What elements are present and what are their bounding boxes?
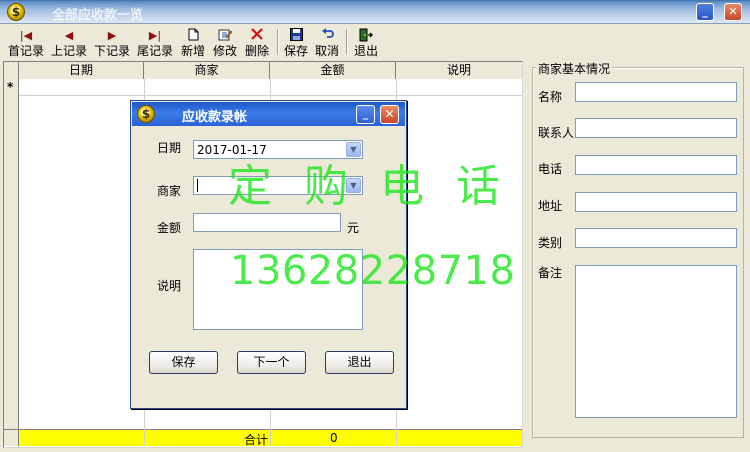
close-button[interactable]: ✕ — [724, 3, 742, 21]
merchant-category-field[interactable] — [575, 228, 737, 248]
grid-corner — [4, 62, 19, 79]
toolbar: |◀ 首记录 ◀ 上记录 ▶ 下记录 ▶| 尾记录 新增 修改 删除 保存 取消… — [0, 25, 750, 60]
dialog-next-button[interactable]: 下一个 — [237, 351, 306, 374]
dialog-exit-button[interactable]: 退出 — [325, 351, 394, 374]
dialog-title-bar[interactable]: $ 应收款录帐 _ ✕ — [132, 102, 405, 126]
next-record-label: 下记录 — [93, 44, 130, 58]
delete-button[interactable]: 删除 — [243, 26, 271, 59]
edit-button[interactable]: 修改 — [211, 26, 239, 59]
dialog-save-button[interactable]: 保存 — [149, 351, 218, 374]
edit-icon — [211, 28, 239, 44]
merchant-contact-label: 联系人 — [538, 126, 575, 140]
cancel-label: 取消 — [314, 44, 339, 58]
amount-field[interactable] — [193, 213, 341, 232]
column-header-note[interactable]: 说明 — [396, 62, 522, 79]
column-header-amount[interactable]: 金额 — [270, 62, 396, 79]
merchant-address-field[interactable] — [575, 192, 737, 212]
merchant-contact-field[interactable] — [575, 118, 737, 138]
amount-label: 金额 — [157, 221, 182, 235]
column-header-date[interactable]: 日期 — [19, 62, 144, 79]
merchant-remarks-label: 备注 — [538, 266, 563, 280]
save-button[interactable]: 保存 — [283, 26, 309, 59]
minimize-button[interactable]: _ — [696, 3, 714, 21]
merchant-phone-label: 电话 — [538, 162, 563, 176]
dialog-title: 应收款录帐 — [182, 110, 248, 125]
dialog-minimize-button[interactable]: _ — [356, 105, 375, 124]
dialog-close-button[interactable]: ✕ — [380, 105, 399, 124]
total-value: 0 — [330, 431, 338, 445]
watermark-order-phone-text: 定购电话 — [228, 161, 532, 212]
first-record-button[interactable]: |◀ 首记录 — [7, 26, 45, 59]
app-icon[interactable]: $ — [7, 3, 25, 21]
merchant-name-field[interactable] — [575, 82, 737, 102]
prev-record-icon: ◀ — [64, 29, 74, 42]
undo-icon — [313, 28, 341, 44]
delete-icon — [243, 28, 271, 44]
dialog-app-icon: $ — [137, 105, 155, 123]
exit-button[interactable]: 退出 — [353, 26, 379, 59]
total-row-header — [4, 429, 19, 446]
text-caret — [197, 179, 198, 192]
merchant-name-label: 名称 — [538, 90, 563, 104]
merchant-category-label: 类别 — [538, 236, 563, 250]
first-record-icon: |◀ — [19, 29, 33, 42]
grid-row-line — [19, 95, 522, 96]
merchant-label: 商家 — [157, 184, 182, 198]
new-document-icon — [179, 28, 207, 44]
toolbar-separator — [346, 29, 348, 55]
column-header-merchant[interactable]: 商家 — [144, 62, 270, 79]
prev-record-label: 上记录 — [50, 44, 87, 58]
prev-record-button[interactable]: ◀ 上记录 — [50, 26, 88, 59]
main-title-bar[interactable]: $ 全部应收款一览 _ ✕ — [0, 0, 750, 24]
date-label: 日期 — [157, 141, 182, 155]
merchant-address-label: 地址 — [538, 199, 563, 213]
add-button[interactable]: 新增 — [179, 26, 207, 59]
watermark-phone-number: 13628228718 — [230, 248, 516, 294]
grid-line — [396, 429, 397, 446]
cancel-button[interactable]: 取消 — [313, 26, 341, 59]
merchant-panel-title: 商家基本情况 — [536, 60, 613, 77]
last-record-icon: ▶| — [148, 29, 162, 42]
grid-line — [270, 429, 271, 446]
merchant-phone-field[interactable] — [575, 155, 737, 175]
row-header-column — [4, 79, 19, 429]
add-label: 新增 — [180, 44, 205, 58]
exit-door-icon — [353, 28, 379, 44]
first-record-label: 首记录 — [7, 44, 44, 58]
delete-label: 删除 — [244, 44, 269, 58]
grid-header: 日期 商家 金额 说明 — [4, 62, 522, 79]
exit-label: 退出 — [353, 44, 378, 58]
save-label: 保存 — [283, 44, 308, 58]
amount-unit: 元 — [347, 221, 360, 235]
next-record-icon: ▶ — [107, 29, 117, 42]
toolbar-separator — [277, 29, 279, 55]
floppy-icon — [283, 28, 309, 44]
note-label: 说明 — [157, 279, 182, 293]
last-record-button[interactable]: ▶| 尾记录 — [136, 26, 174, 59]
merchant-remarks-field[interactable] — [575, 265, 737, 418]
next-record-button[interactable]: ▶ 下记录 — [93, 26, 131, 59]
total-label: 合计 — [244, 433, 269, 447]
edit-label: 修改 — [212, 44, 237, 58]
new-row-marker: * — [7, 80, 14, 94]
window-title: 全部应收款一览 — [52, 8, 144, 23]
grid-line — [144, 429, 145, 446]
last-record-label: 尾记录 — [136, 44, 173, 58]
